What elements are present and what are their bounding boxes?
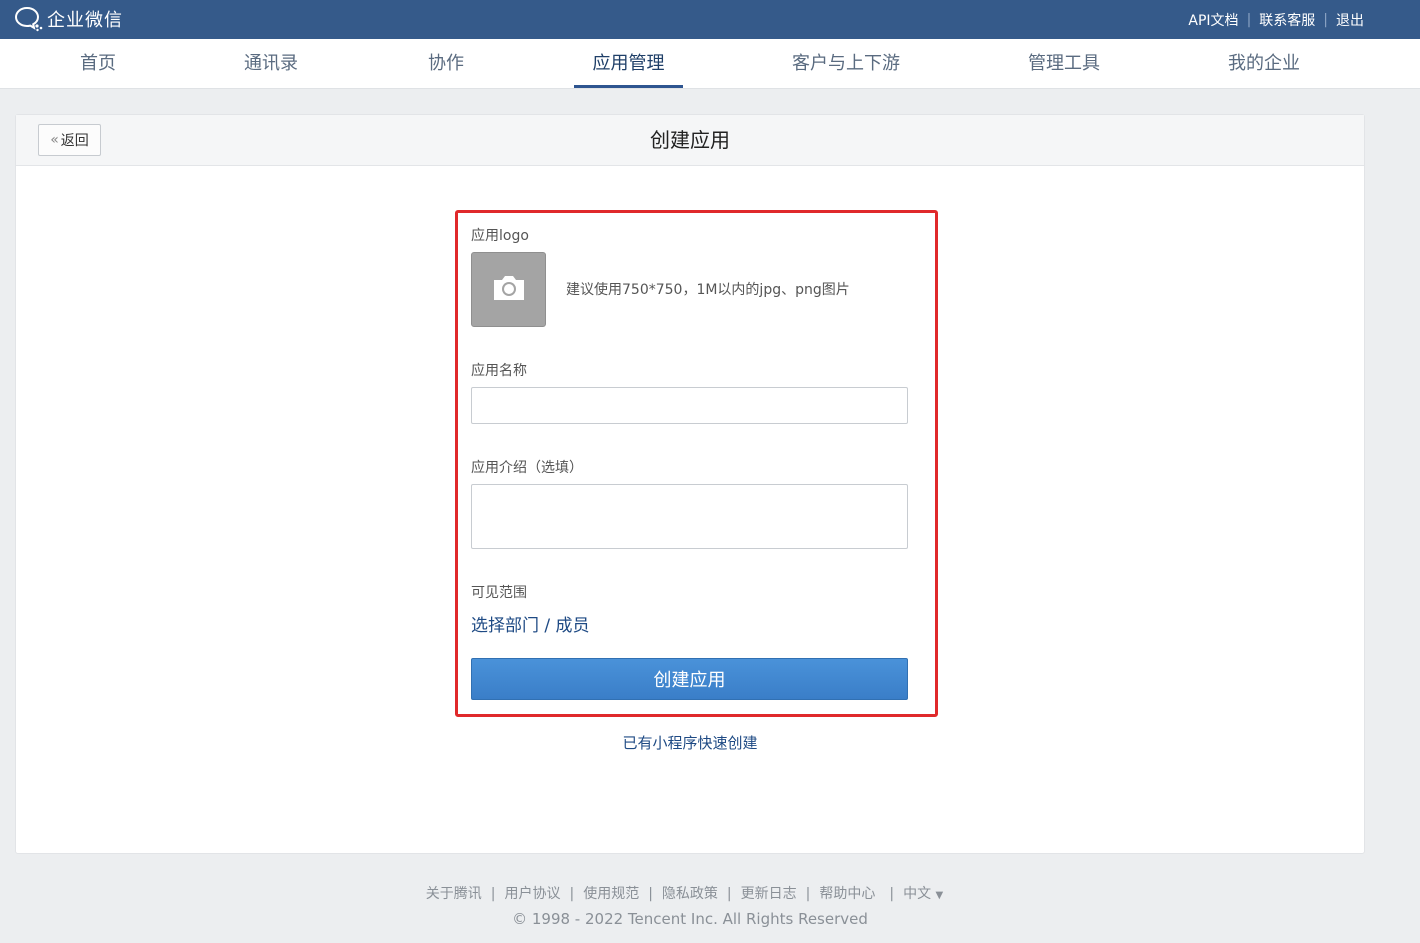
footer-link-usage-rules[interactable]: 使用规范 (583, 886, 639, 902)
app-intro-textarea[interactable] (471, 484, 908, 549)
nav-item-management-tools[interactable]: 管理工具 (1014, 39, 1114, 89)
nav-item-collaboration[interactable]: 协作 (410, 39, 482, 89)
copyright: © 1998 - 2022 Tencent Inc. All Rights Re… (512, 910, 868, 928)
caret-down-icon: ▼ (935, 890, 944, 901)
select-department-member-link[interactable]: 选择部门 / 成员 (471, 611, 590, 636)
footer-link-changelog[interactable]: 更新日志 (741, 886, 797, 902)
visibility-label: 可见范围 (471, 585, 527, 601)
wecom-logo-icon (14, 6, 44, 32)
logo-label: 应用logo (471, 228, 529, 244)
nav-active-indicator (574, 85, 683, 88)
nav-item-app-management[interactable]: 应用管理 (574, 39, 683, 89)
logo-hint: 建议使用750*750，1M以内的jpg、png图片 (566, 282, 850, 298)
footer-link-privacy[interactable]: 隐私政策 (662, 886, 718, 902)
app-name-input[interactable] (471, 387, 908, 424)
back-button-label: 返回 (60, 133, 89, 149)
footer-link-help-center[interactable]: 帮助中心 (819, 886, 875, 902)
page-title: 创建应用 (650, 128, 730, 152)
footer-link-about[interactable]: 关于腾讯 (426, 886, 482, 902)
api-docs-link[interactable]: API文档 (1188, 10, 1238, 30)
app-intro-label: 应用介绍（选填） (471, 460, 583, 476)
footer-links: 关于腾讯 | 用户协议 | 使用规范 | 隐私政策 | 更新日志 | 帮助中心 | 中文 ▼ (425, 886, 944, 902)
top-bar: 企业微信 API文档 | 联系客服 | 退出 (0, 0, 1420, 39)
brand-logo[interactable]: 企业微信 (14, 6, 123, 32)
app-name-label: 应用名称 (471, 363, 527, 379)
camera-icon (491, 274, 527, 306)
language-selector[interactable]: 中文 ▼ (903, 886, 943, 902)
nav-item-my-enterprise[interactable]: 我的企业 (1214, 39, 1314, 89)
card-header: 创建应用 « 返回 (16, 115, 1364, 166)
contact-support-link[interactable]: 联系客服 (1259, 10, 1315, 30)
top-link-separator: | (1246, 11, 1252, 28)
brand-name: 企业微信 (47, 10, 123, 31)
top-link-separator: | (1323, 11, 1328, 28)
back-button[interactable]: « 返回 (38, 124, 101, 156)
footer-link-user-agreement[interactable]: 用户协议 (504, 886, 560, 902)
create-app-button[interactable]: 创建应用 (471, 658, 908, 700)
main-nav: 首页 通讯录 协作 应用管理 客户与上下游 管理工具 我的企业 (0, 39, 1420, 89)
language-label: 中文 (903, 886, 932, 902)
top-links: API文档 | 联系客服 | 退出 (1188, 0, 1364, 39)
nav-item-customers[interactable]: 客户与上下游 (780, 39, 912, 89)
logo-upload[interactable] (471, 252, 546, 327)
logout-link[interactable]: 退出 (1336, 10, 1364, 30)
double-chevron-left-icon: « (50, 132, 59, 148)
mini-program-quick-create-link[interactable]: 已有小程序快速创建 (0, 732, 1380, 753)
nav-item-home[interactable]: 首页 (62, 39, 134, 89)
nav-item-contacts[interactable]: 通讯录 (226, 39, 316, 89)
